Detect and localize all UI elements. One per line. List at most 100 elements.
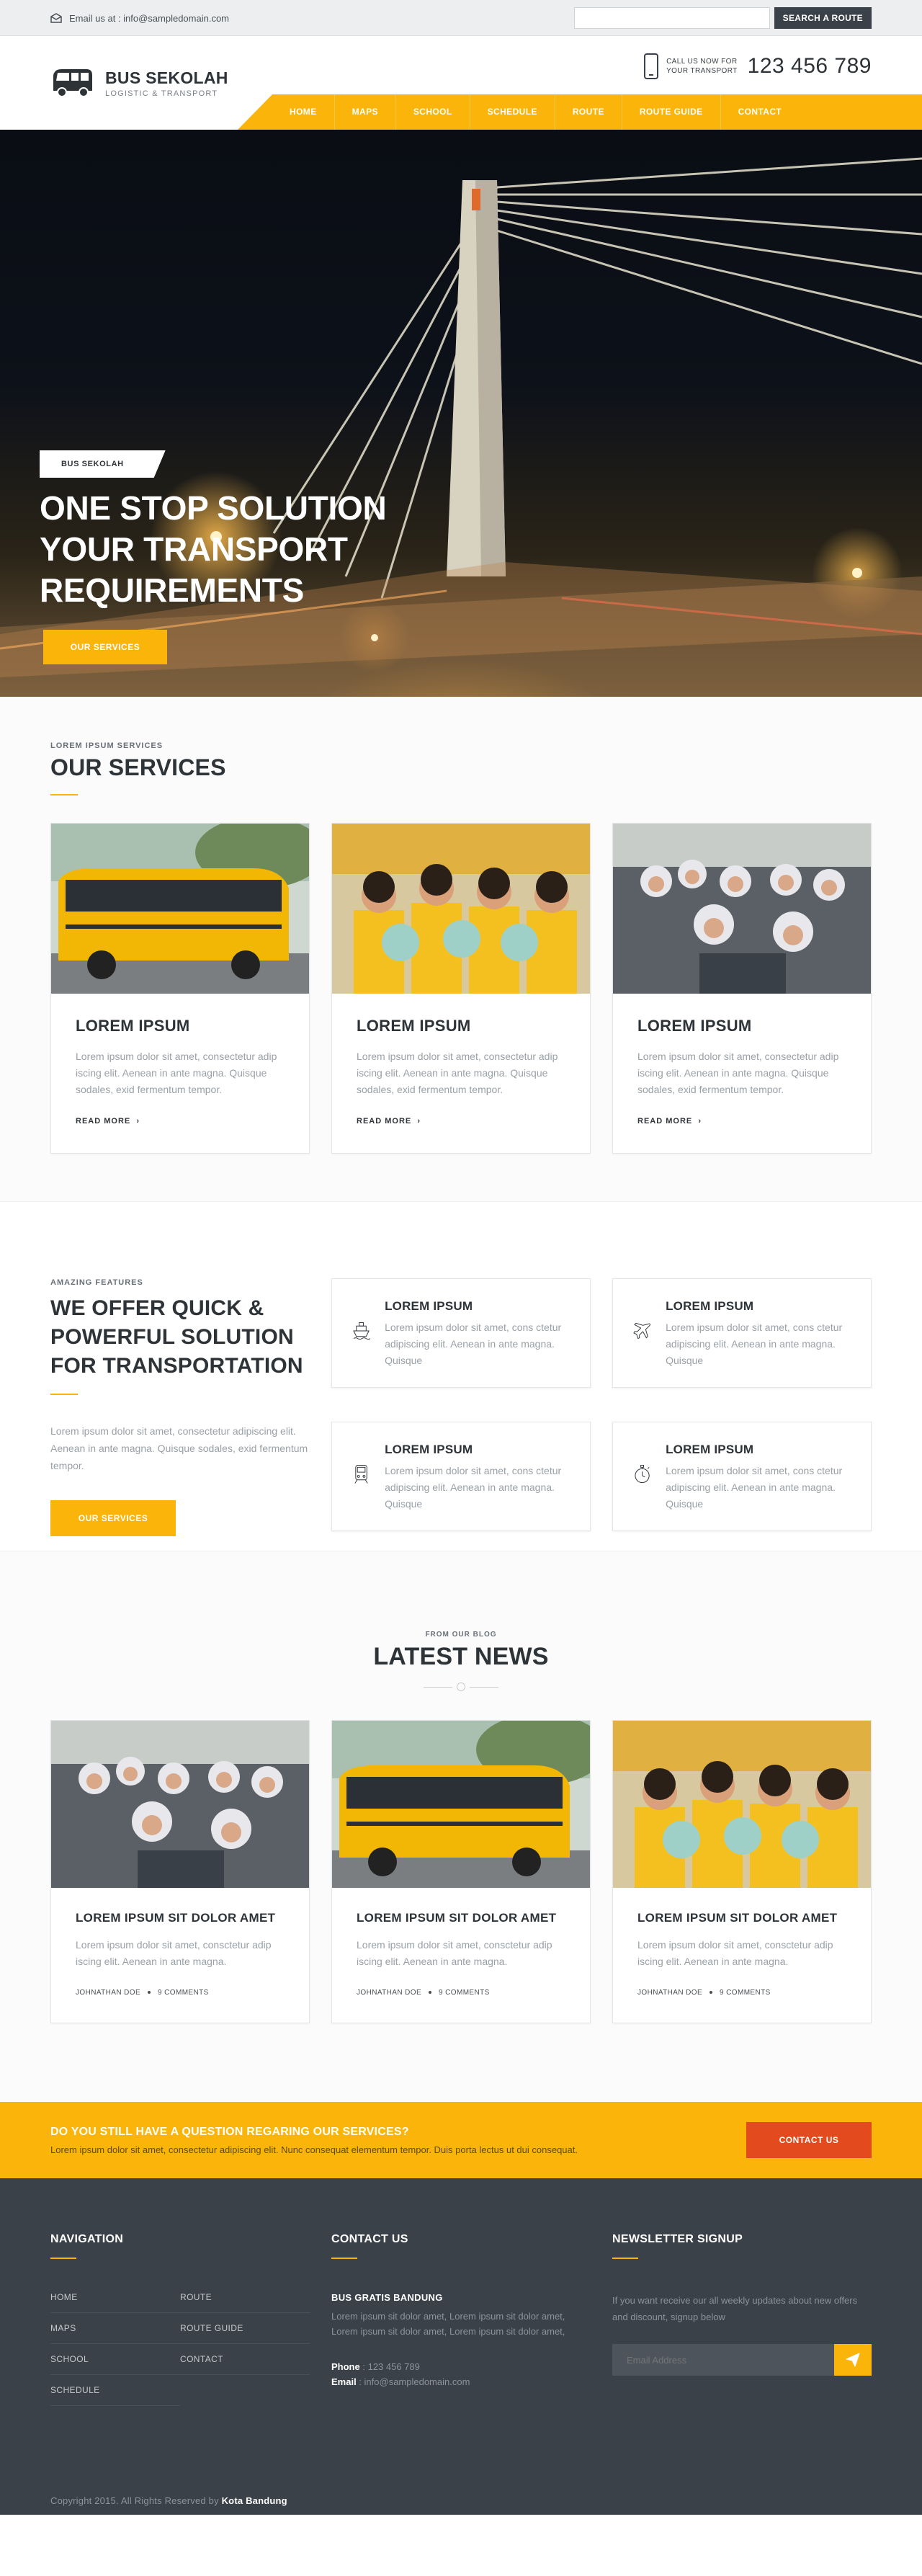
news-card[interactable]: LOREM IPSUM SIT DOLOR AMET Lorem ipsum d… [50, 1720, 310, 2023]
newsletter-email-input[interactable] [612, 2344, 834, 2376]
contact-email-value[interactable]: : info@sampledomain.com [359, 2376, 470, 2387]
hero-headline-line-1: ONE STOP SOLUTION [40, 489, 387, 527]
title-ornament [50, 1683, 872, 1691]
news-card[interactable]: LOREM IPSUM SIT DOLOR AMET Lorem ipsum d… [612, 1720, 872, 2023]
school-bus-photo [332, 1721, 590, 1888]
hero-badge: BUS SEKOLAH [40, 450, 166, 478]
footer-contact-title: CONTACT US [331, 2233, 408, 2245]
hero-headline-line-3: REQUIREMENTS [40, 571, 304, 609]
news-meta: JOHNATHAN DOE 9 COMMENTS [357, 1989, 565, 1997]
cta-title: DO YOU STILL HAVE A QUESTION REGARING OU… [50, 2125, 409, 2138]
newsletter-description: If you want receive our all weekly updat… [612, 2295, 858, 2322]
title-underline [50, 1394, 78, 1395]
call-line-1: CALL US NOW FOR [666, 58, 738, 66]
features-services-button[interactable]: OUR SERVICES [50, 1500, 176, 1536]
ship-icon [353, 1322, 371, 1340]
search-input[interactable] [573, 7, 770, 29]
features-title-line-1: WE OFFER QUICK & [50, 1296, 264, 1320]
contact-phone-label: Phone [331, 2361, 360, 2372]
service-card-text: Lorem ipsum dolor sit amet, consectetur … [637, 1051, 839, 1095]
logo-title: BUS SEKOLAH [105, 68, 228, 87]
footer-link-home[interactable]: HOME [50, 2282, 180, 2313]
news-meta: JOHNATHAN DOE 9 COMMENTS [76, 1989, 285, 1997]
footer-link-contact[interactable]: CONTACT [180, 2344, 310, 2375]
news-card-title: LOREM IPSUM SIT DOLOR AMET [637, 1911, 838, 1925]
service-card: LOREM IPSUM Lorem ipsum dolor sit amet, … [50, 823, 310, 1154]
feature-title: LOREM IPSUM [385, 1443, 473, 1456]
hero-services-button[interactable]: OUR SERVICES [43, 630, 167, 664]
read-more-link[interactable]: READ MORE › [637, 1117, 702, 1126]
footer-contact: CONTACT US BUS GRATIS BANDUNG Lorem ipsu… [331, 2233, 591, 2406]
footer-link-route[interactable]: ROUTE [180, 2282, 310, 2313]
cta-banner: DO YOU STILL HAVE A QUESTION REGARING OU… [0, 2102, 922, 2178]
contact-us-button[interactable]: CONTACT US [746, 2122, 872, 2158]
newsletter-submit-button[interactable] [834, 2344, 872, 2376]
service-card-title: LOREM IPSUM [76, 1017, 190, 1035]
service-card-title: LOREM IPSUM [357, 1017, 471, 1035]
footer-link-route-guide[interactable]: ROUTE GUIDE [180, 2313, 310, 2344]
footer-link-school[interactable]: SCHOOL [50, 2344, 180, 2375]
contact-phone: Phone : 123 456 789 [331, 2359, 591, 2374]
news-eyebrow: FROM OUR BLOG [425, 1631, 497, 1639]
call-line-2: YOUR TRANSPORT [666, 67, 738, 75]
hero-headline: ONE STOP SOLUTION YOUR TRANSPORT REQUIRE… [40, 488, 387, 611]
hero-banner: BUS SEKOLAH ONE STOP SOLUTION YOUR TRANS… [0, 130, 922, 697]
news-comments[interactable]: 9 COMMENTS [720, 1989, 771, 1997]
services-title: OUR SERVICES [50, 754, 226, 780]
news-card[interactable]: LOREM IPSUM SIT DOLOR AMET Lorem ipsum d… [331, 1720, 591, 2023]
copyright: Copyright 2015. All Rights Reserved by K… [50, 2495, 287, 2506]
service-card-title: LOREM IPSUM [637, 1017, 752, 1035]
nav-school[interactable]: SCHOOL [396, 94, 470, 130]
features-section: AMAZING FEATURES WE OFFER QUICK & POWERF… [0, 1201, 922, 1551]
school-bus-photo [51, 824, 309, 994]
paper-plane-icon [846, 2353, 860, 2367]
students-photo [613, 1721, 871, 1888]
service-card: LOREM IPSUM Lorem ipsum dolor sit amet, … [612, 823, 872, 1154]
call-us: CALL US NOW FOR YOUR TRANSPORT 123 456 7… [643, 53, 872, 79]
features-eyebrow: AMAZING FEATURES [50, 1278, 143, 1287]
news-card-title: LOREM IPSUM SIT DOLOR AMET [357, 1911, 557, 1925]
top-email-label: Email us at : info@sampledomain.com [69, 12, 230, 24]
service-card: LOREM IPSUM Lorem ipsum dolor sit amet, … [331, 823, 591, 1154]
search-route-button[interactable]: SEARCH A ROUTE [774, 7, 872, 29]
news-comments[interactable]: 9 COMMENTS [158, 1989, 209, 1997]
nav-maps[interactable]: MAPS [335, 94, 396, 130]
title-underline [331, 2258, 357, 2259]
copyright-brand[interactable]: Kota Bandung [222, 2495, 287, 2506]
footer-link-maps[interactable]: MAPS [50, 2313, 180, 2344]
footer-newsletter: NEWSLETTER SIGNUP If you want receive ou… [612, 2233, 872, 2406]
cta-text: Lorem ipsum dolor sit amet, consectetur … [50, 2144, 578, 2155]
news-card-text: Lorem ipsum dolor sit amet, consctetur a… [357, 1939, 552, 1967]
feature-text: Lorem ipsum dolor sit amet, cons ctetur … [666, 1322, 843, 1366]
feature-title: LOREM IPSUM [666, 1299, 754, 1313]
news-comments[interactable]: 9 COMMENTS [439, 1989, 490, 1997]
copyright-text: Copyright 2015. All Rights Reserved by [50, 2495, 219, 2506]
feature-text: Lorem ipsum dolor sit amet, cons ctetur … [385, 1322, 562, 1366]
news-author: JOHNATHAN DOE [637, 1989, 703, 1997]
read-more-link[interactable]: READ MORE › [357, 1117, 421, 1126]
nav-route-guide[interactable]: ROUTE GUIDE [622, 94, 721, 130]
news-section: FROM OUR BLOG LATEST NEWS LOREM IPSUM SI… [0, 1551, 922, 2102]
train-icon [354, 1464, 368, 1484]
route-search: SEARCH A ROUTE [573, 7, 872, 29]
logo[interactable]: BUS SEKOLAH LOGISTIC & TRANSPORT [50, 66, 228, 99]
airplane-icon [633, 1322, 650, 1340]
service-card-text: Lorem ipsum dolor sit amet, consectetur … [76, 1051, 277, 1095]
nav-home[interactable]: HOME [272, 94, 335, 130]
feature-title: LOREM IPSUM [666, 1443, 754, 1456]
feature-text: Lorem ipsum dolor sit amet, cons ctetur … [666, 1465, 843, 1510]
site-header: BUS SEKOLAH LOGISTIC & TRANSPORT CALL US… [0, 36, 922, 130]
nav-route[interactable]: ROUTE [555, 94, 622, 130]
contact-description: Lorem ipsum sit dolor amet, Lorem ipsum … [331, 2311, 565, 2337]
footer-link-schedule[interactable]: SCHEDULE [50, 2375, 180, 2406]
news-card-title: LOREM IPSUM SIT DOLOR AMET [76, 1911, 276, 1925]
nav-schedule[interactable]: SCHEDULE [470, 94, 555, 130]
hero-headline-line-2: YOUR TRANSPORT [40, 530, 348, 568]
mobile-phone-icon [644, 53, 659, 79]
news-card-text: Lorem ipsum dolor sit amet, consctetur a… [76, 1939, 272, 1967]
main-nav: HOME MAPS SCHOOL SCHEDULE ROUTE ROUTE GU… [272, 94, 799, 130]
read-more-link[interactable]: READ MORE › [76, 1117, 140, 1126]
nav-contact[interactable]: CONTACT [721, 94, 800, 130]
contact-email: Email : info@sampledomain.com [331, 2374, 591, 2389]
footer-navigation: NAVIGATION HOME ROUTE MAPS ROUTE GUIDE S… [50, 2233, 310, 2406]
